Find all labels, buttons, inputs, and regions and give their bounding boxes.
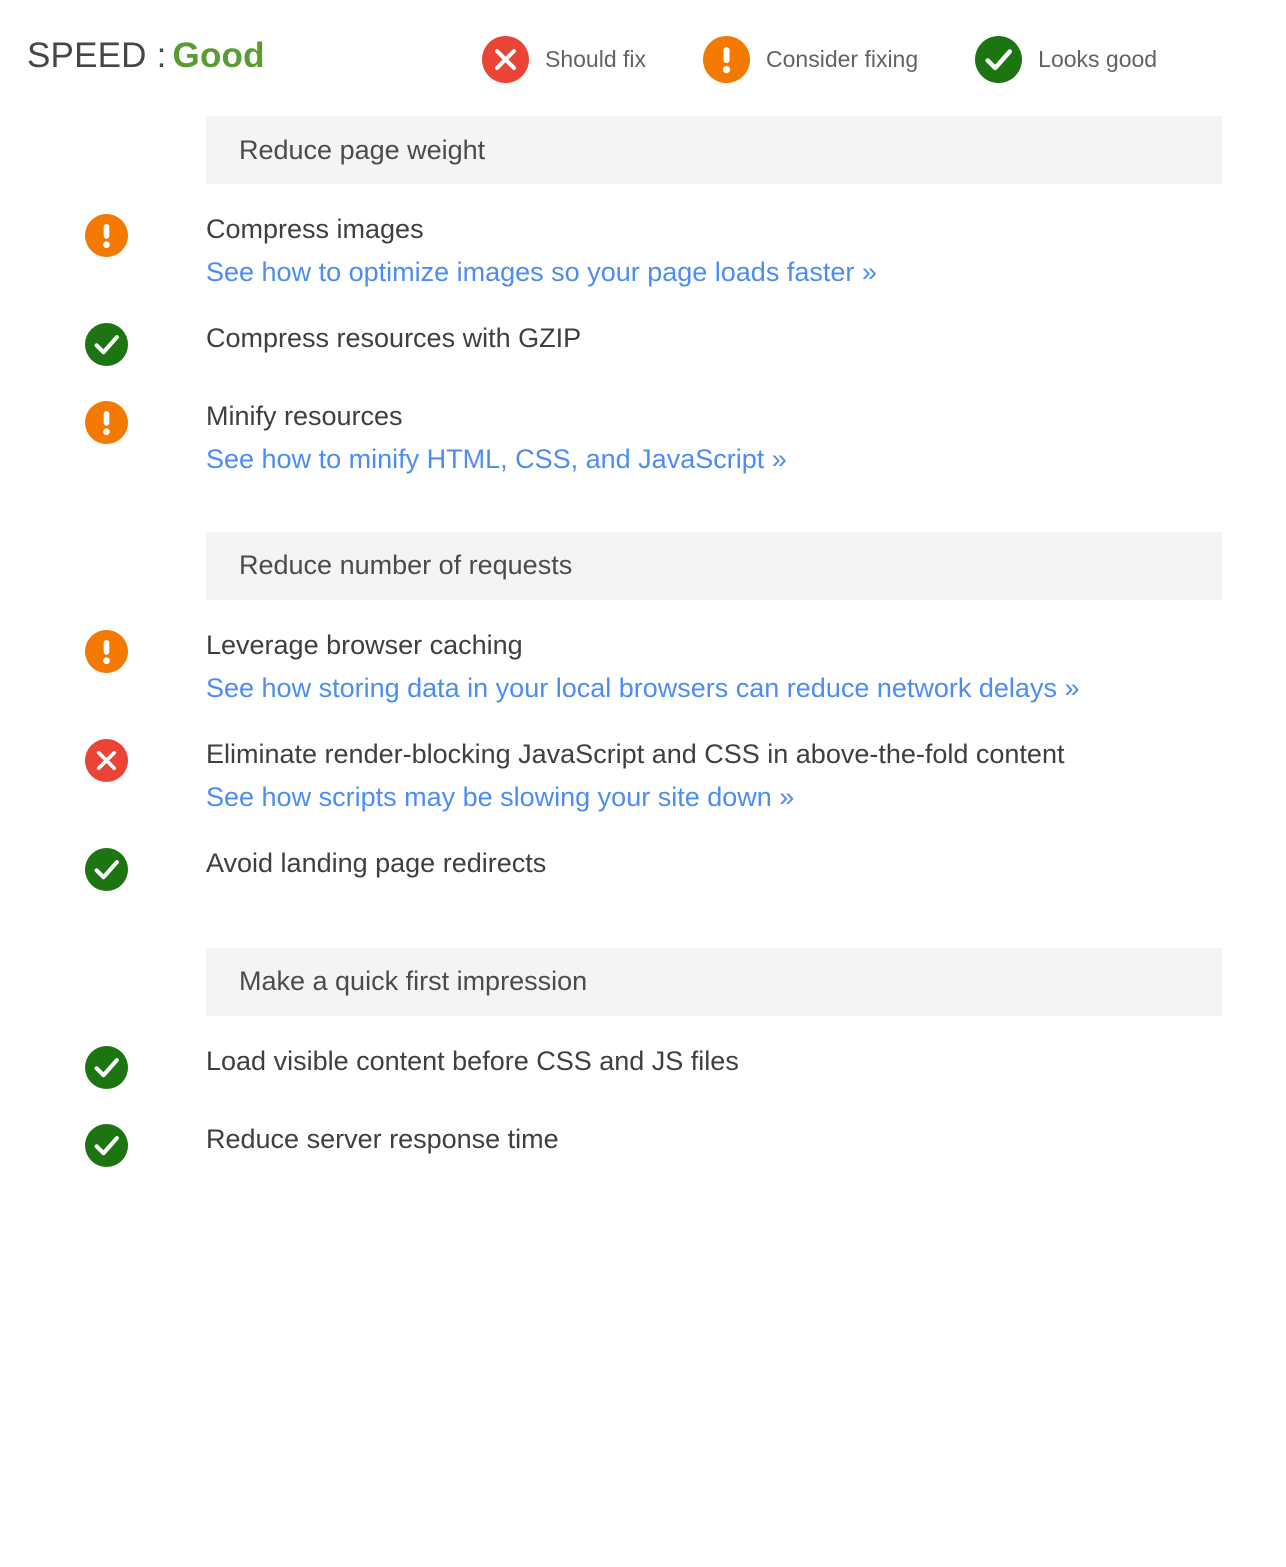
- recommendation-row: Leverage browser caching See how storing …: [0, 600, 1286, 709]
- row-body: Load visible content before CSS and JS f…: [206, 1042, 1286, 1082]
- recommendation-link[interactable]: See how to minify HTML, CSS, and JavaScr…: [206, 440, 1238, 480]
- page-title: SPEED : Good: [27, 36, 265, 76]
- row-body: Reduce server response time: [206, 1120, 1286, 1160]
- section-header-label: Reduce number of requests: [239, 550, 573, 581]
- legend-item-label: Looks good: [1038, 46, 1158, 72]
- row-body: Eliminate render-blocking JavaScript and…: [206, 735, 1286, 818]
- section: Reduce number of requests Leverage browse…: [0, 531, 1286, 896]
- error-icon: [85, 738, 128, 782]
- section-rows: Leverage browser caching See how storing …: [0, 600, 1286, 896]
- recommendation-row: Avoid landing page redirects: [0, 818, 1286, 896]
- section-header: Reduce page weight: [206, 116, 1222, 184]
- legend-item-label: Should fix: [545, 46, 647, 72]
- recommendation-title: Compress resources with GZIP: [206, 322, 582, 353]
- warning-icon: [85, 629, 128, 673]
- row-body: Compress resources with GZIP: [206, 319, 1286, 359]
- section-header: Make a quick first impression: [206, 947, 1222, 1016]
- row-body: Compress images See how to optimize image…: [206, 210, 1286, 293]
- row-status-cell: [0, 1120, 206, 1172]
- recommendation-row: Reduce server response time: [0, 1094, 1286, 1172]
- row-body: Minify resources See how to minify HTML, …: [206, 397, 1286, 480]
- legend: Should fix Consider fixing Looks good: [482, 36, 1157, 83]
- legend-item-good: Looks good: [975, 36, 1157, 83]
- success-icon: [85, 1123, 128, 1167]
- success-icon: [85, 1045, 128, 1089]
- success-icon: [85, 847, 128, 891]
- row-status-cell: [0, 626, 206, 678]
- section-header: Reduce number of requests: [206, 531, 1222, 600]
- recommendation-row: Eliminate render-blocking JavaScript and…: [0, 709, 1286, 818]
- warning-icon: [703, 36, 751, 83]
- section-header-label: Reduce page weight: [239, 134, 486, 165]
- success-icon: [975, 36, 1023, 83]
- recommendation-title: Avoid landing page redirects: [206, 847, 547, 878]
- recommendation-title: Compress images: [206, 214, 424, 244]
- speed-report-header: SPEED : Good Should fix Consider fixing Loo…: [0, 0, 1286, 116]
- recommendation-title: Minify resources: [206, 400, 403, 431]
- error-icon: [482, 36, 529, 83]
- row-status-cell: [0, 319, 206, 371]
- section-rows: Load visible content before CSS and JS f…: [0, 1016, 1286, 1172]
- row-status-cell: [0, 397, 206, 449]
- row-status-cell: [0, 735, 206, 787]
- warning-icon: [85, 214, 128, 257]
- recommendation-row: Load visible content before CSS and JS f…: [0, 1016, 1286, 1094]
- row-body: Avoid landing page redirects: [206, 844, 1286, 884]
- speed-label: SPEED :: [27, 36, 167, 75]
- row-status-cell: [0, 1042, 206, 1094]
- recommendation-row: Minify resources See how to minify HTML, …: [0, 371, 1286, 480]
- recommendation-title: Eliminate render-blocking JavaScript and…: [206, 738, 1065, 769]
- recommendations-list: Reduce page weight Compress images See how…: [0, 116, 1286, 1172]
- success-icon: [85, 322, 128, 366]
- legend-item-label: Consider fixing: [766, 46, 919, 72]
- section: Reduce page weight Compress images See how…: [0, 116, 1286, 480]
- row-status-cell: [0, 844, 206, 896]
- recommendation-title: Leverage browser caching: [206, 629, 523, 660]
- recommendation-link[interactable]: See how scripts may be slowing your site…: [206, 778, 1238, 818]
- recommendation-title: Load visible content before CSS and JS f…: [206, 1045, 739, 1076]
- row-status-cell: [0, 210, 206, 262]
- section-header-label: Make a quick first impression: [239, 966, 588, 997]
- recommendation-title: Reduce server response time: [206, 1123, 559, 1154]
- recommendation-row: Compress resources with GZIP: [0, 293, 1286, 371]
- legend-item-fix: Should fix: [482, 36, 646, 83]
- warning-icon: [85, 400, 128, 444]
- legend-item-warn: Consider fixing: [703, 36, 918, 83]
- section: Make a quick first impression Load visibl…: [0, 947, 1286, 1172]
- speed-grade: Good: [172, 36, 265, 75]
- row-body: Leverage browser caching See how storing …: [206, 626, 1286, 709]
- section-rows: Compress images See how to optimize image…: [0, 184, 1286, 480]
- recommendation-link[interactable]: See how to optimize images so your page …: [206, 253, 1238, 293]
- recommendation-link[interactable]: See how storing data in your local brows…: [206, 669, 1238, 709]
- recommendation-row: Compress images See how to optimize image…: [0, 184, 1286, 293]
